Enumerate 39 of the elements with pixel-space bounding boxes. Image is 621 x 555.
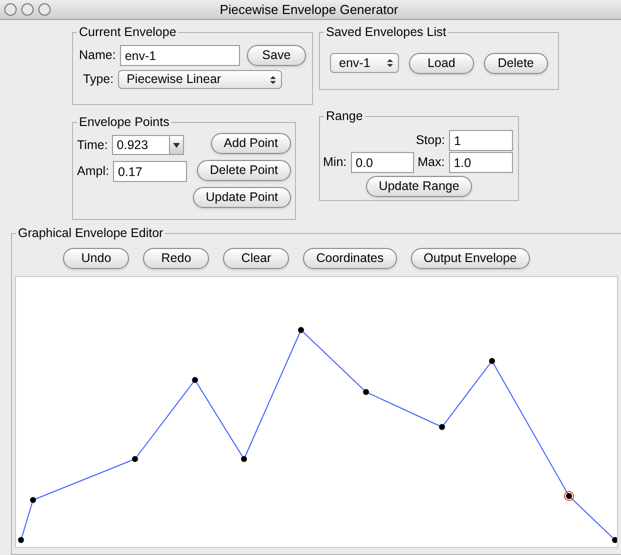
push-button[interactable]: Load (409, 52, 474, 74)
group-title: Range (324, 108, 365, 124)
field-label: Type: (83, 71, 114, 88)
push-button[interactable]: Update Point (192, 187, 291, 208)
window-control-icon[interactable] (38, 3, 51, 16)
stepper-icon (268, 74, 277, 84)
group-title: Current Envelope (77, 24, 178, 40)
field-label: Max: (418, 154, 445, 172)
saved-envelope-dropdown[interactable]: env-1 (330, 53, 400, 73)
text-field[interactable]: env-1 (120, 45, 240, 66)
field-label: Time: (77, 136, 108, 154)
push-button[interactable]: Clear (223, 248, 290, 269)
text-field[interactable]: 0.0 (350, 152, 414, 173)
type-dropdown[interactable]: Piecewise Linear (118, 70, 282, 89)
push-button[interactable]: Delete Point (196, 160, 291, 181)
push-button[interactable]: Coordinates (303, 248, 397, 269)
push-button[interactable]: Redo (143, 248, 210, 269)
window-control-icon[interactable] (21, 3, 34, 16)
window-control-icon[interactable] (4, 3, 17, 16)
text-field[interactable]: 1 (449, 130, 513, 151)
dropdown-arrow-icon (172, 142, 180, 148)
window-title: Piecewise Envelope Generator (218, 0, 400, 19)
field-label: Name: (79, 47, 116, 64)
push-button[interactable]: Add Point (210, 133, 291, 154)
time-combo-box[interactable]: 0.923 (112, 135, 184, 155)
field-label: Stop: (416, 132, 445, 150)
push-button[interactable]: Save (246, 45, 306, 66)
text-field[interactable]: 1.0 (448, 152, 513, 173)
push-button[interactable]: Update Range (366, 176, 472, 197)
stepper-icon (386, 58, 394, 68)
field-label: Min: (323, 154, 347, 172)
push-button[interactable]: Undo (63, 248, 130, 269)
group-title: Saved Envelopes List (324, 24, 448, 40)
field-label: Ampl: (77, 163, 109, 180)
push-button[interactable]: Output Envelope (410, 248, 530, 269)
text-field[interactable]: 0.17 (112, 161, 187, 182)
group-title: Envelope Points (77, 114, 172, 130)
push-button[interactable]: Delete (484, 52, 548, 74)
group-title: Graphical Envelope Editor (16, 225, 166, 241)
